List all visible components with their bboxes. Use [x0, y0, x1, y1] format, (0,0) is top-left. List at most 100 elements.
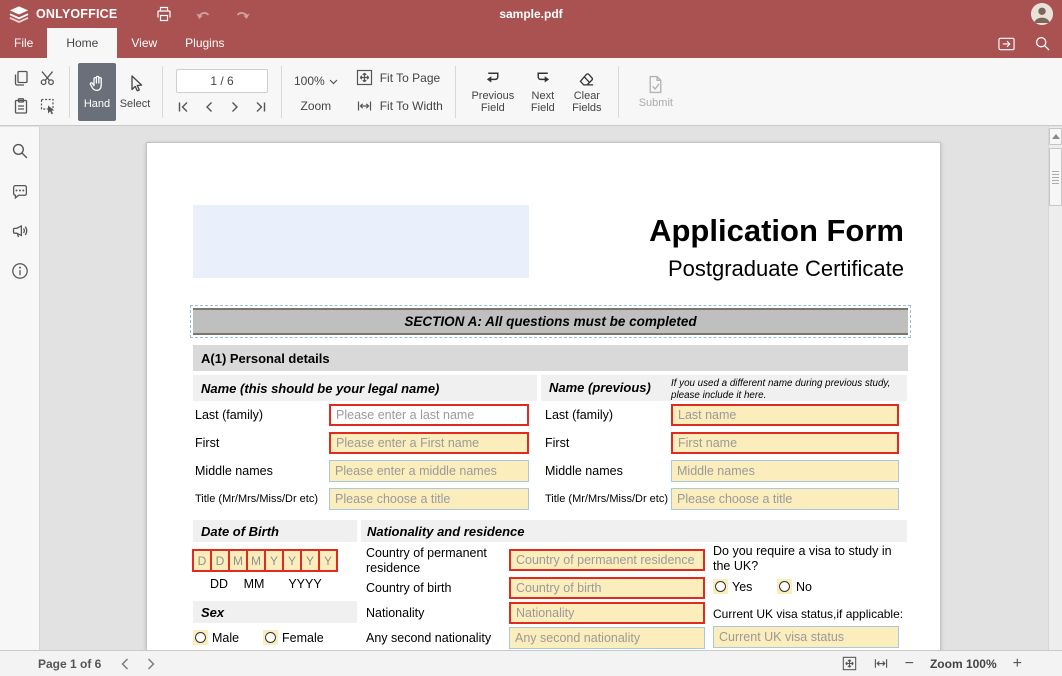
second-nationality-input[interactable]	[509, 627, 705, 649]
previous-field-label: Previous Field	[464, 90, 522, 114]
toolbar-separator	[281, 66, 282, 118]
tab-plugins[interactable]: Plugins	[171, 28, 238, 58]
scrollbar-thumb[interactable]	[1049, 148, 1062, 206]
copy-button[interactable]	[8, 64, 34, 91]
toolbar-separator	[455, 66, 456, 118]
visa-status-label: Current UK visa status,if applicable:	[713, 607, 903, 622]
radio-circle-icon	[265, 632, 276, 643]
sex-female-radio[interactable]: Female	[263, 630, 324, 645]
titlebar: ONLYOFFICE sample.pdf	[0, 0, 1062, 28]
toolbar: Hand Select 100% Zoom	[0, 58, 1062, 126]
comments-icon	[11, 183, 29, 200]
select-tool-button[interactable]: Select	[116, 63, 154, 121]
radio-highlight	[263, 630, 278, 645]
sidebar-comments-button[interactable]	[8, 181, 32, 201]
nationality-input[interactable]	[509, 602, 705, 624]
onlyoffice-logo-icon	[9, 6, 29, 23]
previous-field-button[interactable]: Previous Field	[464, 69, 522, 114]
zoom-group: 100% Zoom	[294, 70, 338, 113]
sidebar-about-button[interactable]	[8, 261, 32, 281]
statusbar-zoom-label[interactable]: Zoom 100%	[930, 657, 997, 671]
sex-male-radio[interactable]: Male	[193, 630, 239, 645]
statusbar-fit-to-page-button[interactable]	[842, 656, 857, 671]
dob-format-yyyy: YYYY	[283, 577, 327, 591]
redo-button[interactable]	[227, 2, 257, 26]
field-label: Middle names	[545, 464, 623, 478]
print-button[interactable]	[149, 2, 179, 26]
page-number-input[interactable]	[176, 69, 268, 93]
fit-to-width-button[interactable]: Fit To Width	[352, 95, 447, 117]
clear-fields-button[interactable]: Clear Fields	[564, 69, 610, 114]
dob-cell[interactable]: D	[192, 549, 212, 572]
previous-last-name-input[interactable]	[671, 404, 899, 426]
hand-tool-label: Hand	[84, 98, 110, 110]
user-avatar[interactable]	[1031, 3, 1053, 25]
statusbar-fit-to-width-button[interactable]	[873, 656, 889, 671]
tab-view[interactable]: View	[117, 28, 171, 58]
middle-names-input[interactable]	[329, 460, 529, 482]
dob-comb-field[interactable]: D D M M Y Y Y Y	[192, 549, 336, 572]
sidebar-search-button[interactable]	[8, 141, 32, 161]
cut-button[interactable]	[35, 64, 61, 91]
pdf-page: Application Form Postgraduate Certificat…	[146, 142, 941, 650]
previous-title-select[interactable]	[671, 488, 899, 510]
radio-circle-icon	[779, 581, 790, 592]
last-name-input[interactable]	[329, 404, 529, 426]
tab-home[interactable]: Home	[47, 28, 117, 58]
submit-icon	[646, 75, 665, 94]
previous-first-name-input[interactable]	[671, 432, 899, 454]
field-label: Country of birth	[366, 581, 451, 595]
scroll-up-button[interactable]	[1049, 128, 1062, 145]
visa-no-radio[interactable]: No	[777, 579, 812, 594]
field-label: Country of permanent residence	[366, 546, 504, 575]
previous-middle-names-input[interactable]	[671, 460, 899, 482]
dob-cell[interactable]: Y	[318, 549, 338, 572]
cut-icon	[39, 69, 57, 87]
dob-cell[interactable]: Y	[264, 549, 284, 572]
dob-cell[interactable]: M	[246, 549, 266, 572]
zoom-out-button[interactable]: −	[905, 656, 914, 672]
next-field-button[interactable]: Next Field	[522, 69, 564, 114]
left-sidebar	[0, 127, 40, 650]
country-birth-input[interactable]	[509, 577, 705, 599]
vertical-scrollbar[interactable]	[1048, 127, 1062, 650]
select-area-button[interactable]	[35, 92, 61, 119]
first-page-button[interactable]	[175, 99, 191, 115]
search-button[interactable]	[1028, 31, 1056, 55]
name-previous-title: Name (previous)	[549, 380, 651, 395]
visa-question: Do you require a visa to study in the UK…	[713, 544, 909, 574]
paste-icon	[12, 97, 30, 115]
fit-to-page-button[interactable]: Fit To Page	[352, 67, 447, 89]
undo-button[interactable]	[189, 2, 219, 26]
open-file-location-button[interactable]	[992, 31, 1020, 55]
submit-button[interactable]: Submit	[627, 75, 685, 109]
tab-file[interactable]: File	[0, 28, 47, 58]
dob-cell[interactable]: Y	[282, 549, 302, 572]
document-viewport[interactable]: Application Form Postgraduate Certificat…	[41, 127, 1048, 650]
sidebar-feedback-button[interactable]	[8, 221, 32, 241]
title-select[interactable]	[329, 488, 529, 510]
dob-cell[interactable]: Y	[300, 549, 320, 572]
zoom-in-button[interactable]: +	[1013, 656, 1022, 672]
field-label: First	[545, 436, 569, 450]
undo-icon	[195, 7, 213, 22]
paste-button[interactable]	[8, 92, 34, 119]
hand-tool-button[interactable]: Hand	[78, 63, 116, 121]
last-page-button[interactable]	[253, 99, 269, 115]
toolbar-separator	[69, 66, 70, 118]
statusbar-next-page-button[interactable]	[145, 657, 157, 671]
visa-yes-radio[interactable]: Yes	[713, 579, 752, 594]
dob-cell[interactable]: D	[210, 549, 230, 572]
dob-format-dd: DD	[204, 577, 234, 591]
country-residence-input[interactable]	[509, 549, 705, 571]
onlyoffice-pdf-editor: ONLYOFFICE sample.pdf File Home View Plu…	[0, 0, 1062, 676]
zoom-dropdown[interactable]: 100%	[294, 70, 338, 92]
dob-cell[interactable]: M	[228, 549, 248, 572]
hand-icon	[87, 74, 107, 94]
statusbar-previous-page-button[interactable]	[119, 657, 131, 671]
visa-status-input[interactable]	[713, 626, 899, 648]
previous-page-button[interactable]	[201, 99, 217, 115]
app-logo: ONLYOFFICE	[0, 6, 117, 23]
next-page-button[interactable]	[227, 99, 243, 115]
first-name-input[interactable]	[329, 432, 529, 454]
